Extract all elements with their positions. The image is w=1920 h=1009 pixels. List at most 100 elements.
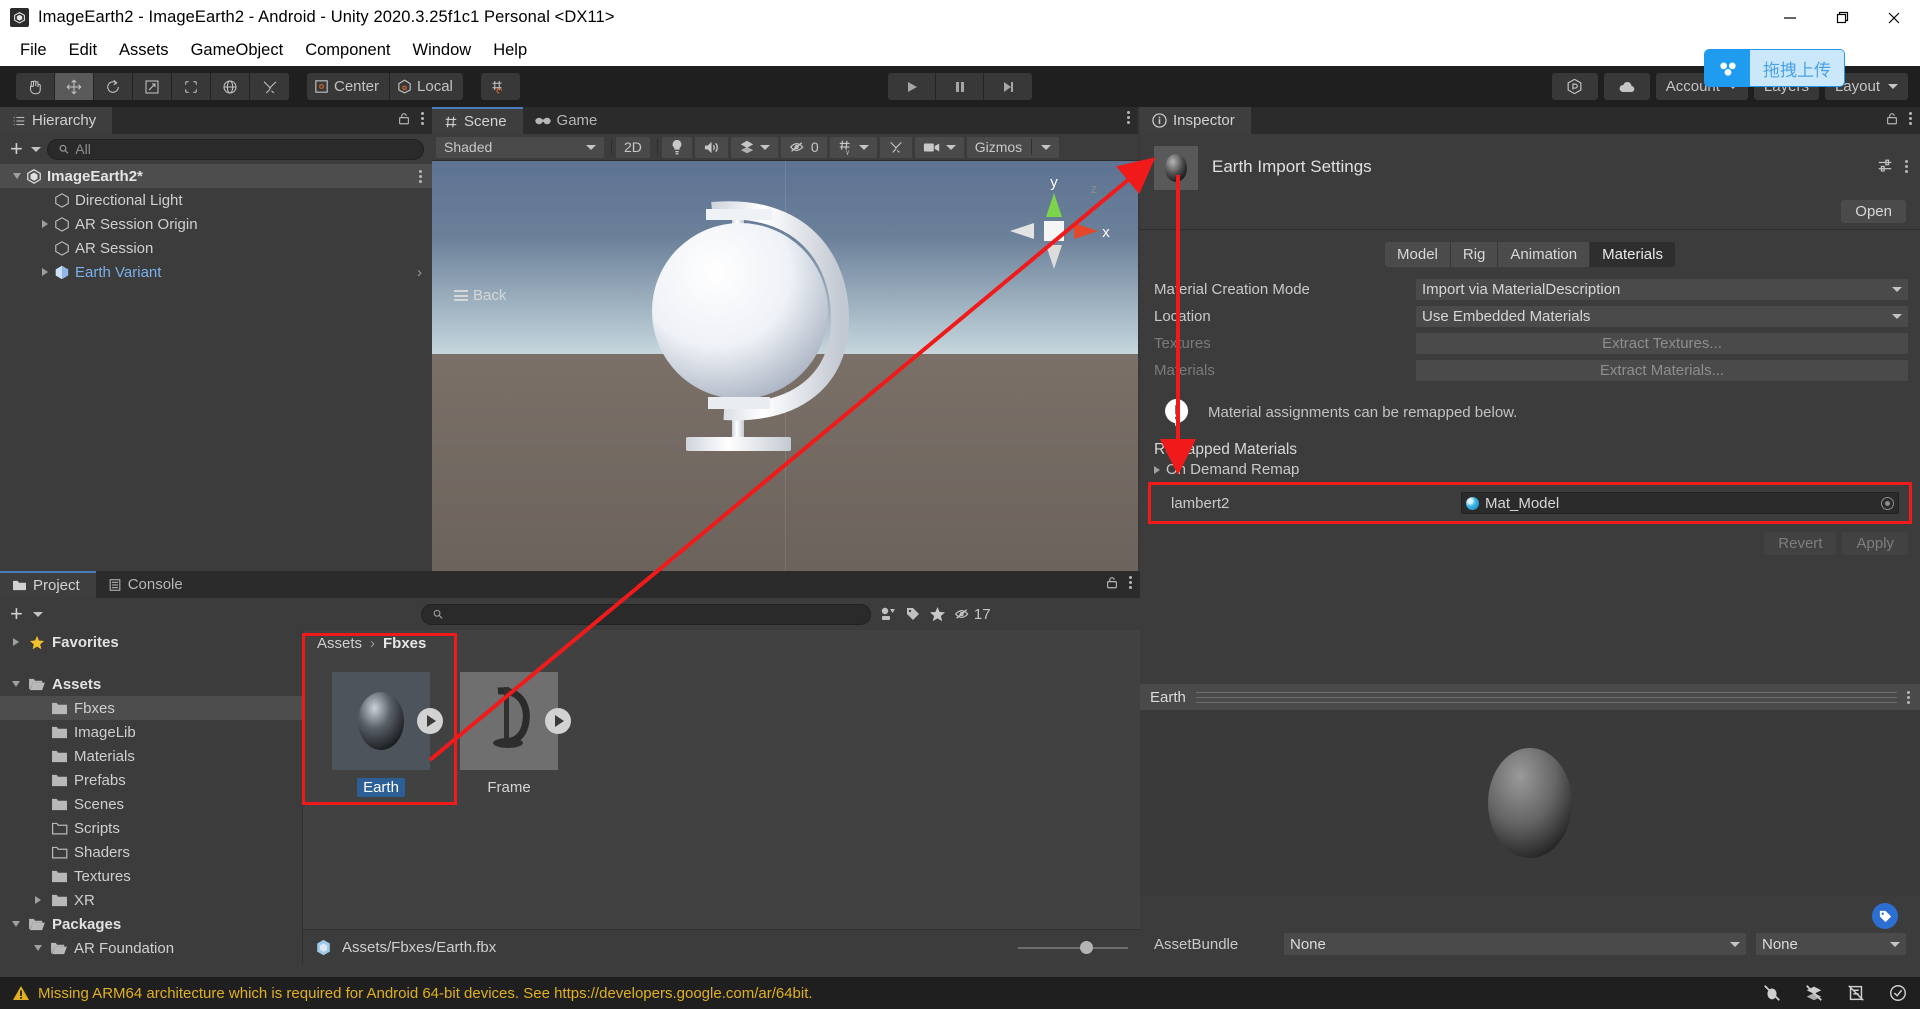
scene-menu-icon[interactable]: [1127, 111, 1130, 124]
clear-on-play-icon[interactable]: [1888, 983, 1908, 1003]
chevron-down-icon[interactable]: [6, 681, 26, 687]
open-prefab-chevron-icon[interactable]: ›: [417, 264, 422, 281]
lock-icon[interactable]: [1105, 575, 1119, 590]
project-tree-item-ar-foundation[interactable]: AR Foundation: [0, 936, 302, 960]
field-control-textures[interactable]: Extract Textures...: [1416, 333, 1908, 354]
scene-tools-button[interactable]: [879, 136, 912, 158]
pivot-rotation-button[interactable]: Local: [390, 73, 463, 100]
import-tab-model[interactable]: Model: [1385, 242, 1451, 267]
scene-camera-button[interactable]: [914, 136, 964, 158]
status-bar[interactable]: Missing ARM64 architecture which is requ…: [0, 977, 1920, 1009]
create-asset-button[interactable]: +: [8, 603, 25, 625]
thumbnail-size-slider[interactable]: [1018, 941, 1128, 955]
cloud-icon[interactable]: [1603, 73, 1650, 100]
collab-icon[interactable]: [1551, 73, 1598, 100]
scene-fx-button[interactable]: [730, 136, 778, 158]
menu-component[interactable]: Component: [294, 39, 401, 62]
custom-tool-button[interactable]: [250, 73, 289, 100]
chevron-down-icon[interactable]: [10, 173, 24, 179]
pause-button[interactable]: [936, 73, 984, 100]
close-button[interactable]: [1868, 0, 1920, 35]
draw-mode-dropdown[interactable]: Shaded: [436, 136, 604, 158]
scene-visibility-button[interactable]: 0: [780, 136, 827, 158]
chevron-right-icon[interactable]: [28, 896, 48, 904]
chevron-down-icon[interactable]: [30, 146, 41, 152]
project-search[interactable]: [420, 603, 871, 625]
project-tree-item-imagelib[interactable]: ImageLib: [0, 720, 302, 744]
chevron-down-icon[interactable]: [6, 921, 26, 927]
chevron-right-icon[interactable]: [38, 268, 52, 276]
drag-upload-badge[interactable]: 拖拽上传: [1705, 50, 1844, 86]
maximize-button[interactable]: [1816, 0, 1868, 35]
project-hidden-count[interactable]: 17: [954, 606, 991, 623]
collapse-off-icon[interactable]: [1846, 983, 1866, 1003]
field-control-materials[interactable]: Extract Materials...: [1416, 360, 1908, 381]
project-tree-item-assets[interactable]: Assets: [0, 672, 302, 696]
hierarchy-item-ar-session[interactable]: AR Session: [0, 236, 432, 260]
breadcrumb-root[interactable]: Assets: [317, 635, 362, 652]
transform-tool-button[interactable]: [211, 73, 250, 100]
project-tree-item-fbxes[interactable]: Fbxes: [0, 696, 302, 720]
favorite-star-icon[interactable]: [929, 606, 946, 622]
open-button[interactable]: Open: [1841, 200, 1906, 223]
scene-orientation-gizmo[interactable]: y x z: [994, 171, 1114, 291]
project-menu-icon[interactable]: [1129, 576, 1132, 589]
hierarchy-item-directional-light[interactable]: Directional Light: [0, 188, 432, 212]
preview-menu-icon[interactable]: [1907, 690, 1910, 704]
tab-inspector[interactable]: Inspector: [1140, 107, 1251, 134]
import-tab-materials[interactable]: Materials: [1590, 242, 1675, 267]
bug-off-icon[interactable]: [1762, 983, 1782, 1003]
scene-lighting-button[interactable]: [661, 136, 692, 158]
hierarchy-row-menu-icon[interactable]: [419, 169, 422, 183]
asset-type-filter-icon[interactable]: [879, 606, 897, 622]
gizmo-view-label-group[interactable]: Back: [454, 287, 506, 304]
scene-viewport[interactable]: y x z Back: [432, 161, 1138, 571]
chevron-down-icon[interactable]: [28, 945, 48, 951]
hierarchy-item-ar-session-origin[interactable]: AR Session Origin: [0, 212, 432, 236]
assetbundle-variant-dropdown[interactable]: None: [1756, 933, 1906, 955]
chevron-right-icon[interactable]: [38, 220, 52, 228]
inspector-menu-icon[interactable]: [1909, 112, 1912, 125]
hand-tool-button[interactable]: [16, 73, 55, 100]
field-control-material-creation-mode[interactable]: Import via MaterialDescription: [1416, 279, 1908, 300]
import-tab-animation[interactable]: Animation: [1498, 242, 1591, 267]
project-tree-item-xr[interactable]: XR: [0, 888, 302, 912]
gizmos-button[interactable]: Gizmos: [966, 136, 1060, 158]
hierarchy-search-input[interactable]: [75, 141, 413, 157]
project-tree-item-scripts[interactable]: Scripts: [0, 816, 302, 840]
project-tree-item-favorites[interactable]: Favorites: [0, 630, 302, 654]
menu-window[interactable]: Window: [402, 39, 483, 62]
menu-gameobject[interactable]: GameObject: [180, 39, 295, 62]
project-tree-item-editor[interactable]: Editor: [0, 960, 302, 966]
scene-audio-button[interactable]: [694, 136, 728, 158]
asset-preview-play-button[interactable]: [417, 708, 443, 734]
add-gameobject-button[interactable]: +: [8, 138, 25, 160]
play-button[interactable]: [888, 73, 936, 100]
scene-grid-button[interactable]: y: [829, 136, 877, 158]
menu-file[interactable]: File: [9, 39, 58, 62]
chevron-right-icon[interactable]: [6, 638, 26, 646]
project-tree-item-textures[interactable]: Textures: [0, 864, 302, 888]
hierarchy-menu-icon[interactable]: [421, 112, 424, 125]
tab-scene[interactable]: Scene: [432, 107, 523, 134]
preview-viewport[interactable]: [1140, 710, 1920, 895]
scale-tool-button[interactable]: [133, 73, 172, 100]
tab-game[interactable]: Game: [523, 107, 614, 134]
hierarchy-item-earth-variant[interactable]: Earth Variant ›: [0, 260, 432, 284]
object-picker-icon[interactable]: [1881, 496, 1894, 510]
grid-snapping-button[interactable]: [480, 73, 520, 100]
move-tool-button[interactable]: [55, 73, 94, 100]
field-control-location[interactable]: Use Embedded Materials: [1416, 306, 1908, 327]
project-tree-item-prefabs[interactable]: Prefabs: [0, 768, 302, 792]
stack-off-icon[interactable]: [1804, 983, 1824, 1003]
rotate-tool-button[interactable]: [94, 73, 133, 100]
project-tree-item-shaders[interactable]: Shaders: [0, 840, 302, 864]
lock-icon[interactable]: [397, 111, 411, 126]
slider-knob[interactable]: [1079, 941, 1093, 954]
revert-button[interactable]: Revert: [1764, 532, 1837, 555]
pivot-mode-button[interactable]: Center: [307, 73, 391, 100]
menu-edit[interactable]: Edit: [58, 39, 108, 62]
project-search-input[interactable]: [449, 606, 860, 622]
minimize-button[interactable]: [1764, 0, 1816, 35]
project-tree-item-scenes[interactable]: Scenes: [0, 792, 302, 816]
